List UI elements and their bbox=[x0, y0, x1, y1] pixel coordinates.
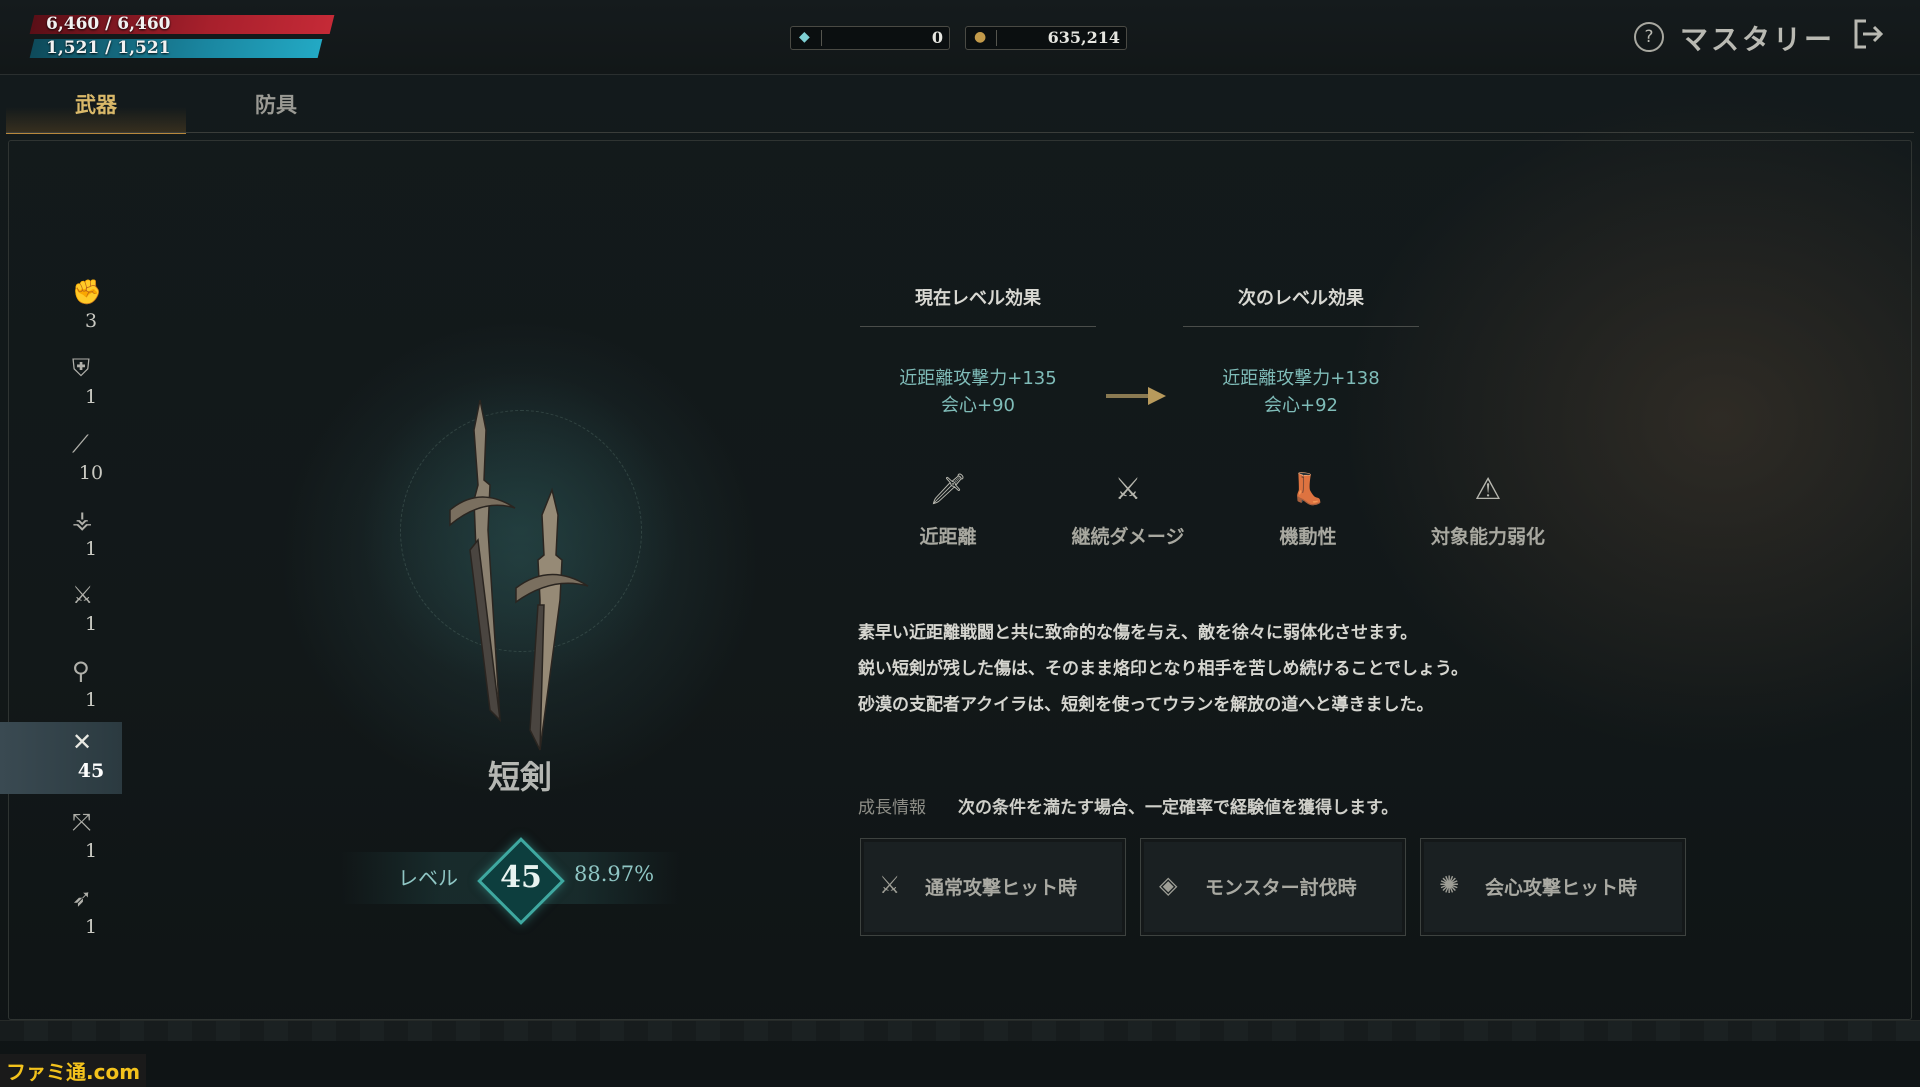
current-effect-crit: 会心+90 bbox=[941, 395, 1015, 416]
weapon-name: 短剣 bbox=[487, 758, 552, 796]
dagger-icon: ✕ bbox=[72, 728, 93, 756]
effect-divider bbox=[1183, 326, 1419, 327]
condition-label: モンスター討伐時 bbox=[1205, 877, 1357, 899]
condition-label: 通常攻撃ヒット時 bbox=[925, 877, 1078, 899]
staff-icon: ⟋ bbox=[72, 430, 89, 458]
tab-armor[interactable]: 防具 bbox=[186, 90, 366, 132]
normal-attack-icon: ⚔ bbox=[879, 871, 901, 899]
weapon-type-crossbow[interactable]: ⤧ 1 bbox=[0, 802, 122, 872]
bottom-ornament bbox=[0, 1020, 1920, 1041]
currency-separator bbox=[996, 30, 997, 46]
weapon-count: 3 bbox=[84, 310, 98, 332]
weapon-type-bow[interactable]: ➶ 1 bbox=[0, 878, 122, 948]
growth-text: 次の条件を満たす場合、一定確率で経験値を獲得します。 bbox=[958, 798, 1399, 818]
current-effect-header: 現在レベル効果 bbox=[915, 288, 1041, 309]
dagger-illustration bbox=[449, 399, 589, 751]
weapon-count: 10 bbox=[78, 462, 104, 484]
next-effect-header: 次のレベル効果 bbox=[1238, 288, 1364, 309]
weapon-count: 1 bbox=[84, 840, 98, 862]
bleed-icon: ⚔ bbox=[1114, 472, 1142, 507]
gem-currency: ◆ 0 bbox=[790, 26, 950, 50]
arrow-right-icon bbox=[1106, 387, 1166, 405]
hp-value: 6,460 / 6,460 bbox=[46, 14, 171, 34]
weapon-type-staff[interactable]: ⟋ 10 bbox=[0, 424, 122, 494]
condition-critical-hit[interactable]: ✺ 会心攻撃ヒット時 bbox=[1420, 838, 1686, 936]
weapon-count: 45 bbox=[77, 760, 105, 782]
gold-value: 635,214 bbox=[1047, 28, 1120, 47]
condition-label: 会心攻撃ヒット時 bbox=[1485, 877, 1638, 899]
weapon-count: 1 bbox=[84, 538, 98, 560]
description-line: 素早い近距離戦闘と共に致命的な傷を与え、敵を徐々に弱体化させます。 bbox=[858, 623, 1418, 643]
condition-normal-attack[interactable]: ⚔ 通常攻撃ヒット時 bbox=[860, 838, 1126, 936]
page-title: マスタリー bbox=[1680, 23, 1836, 56]
weapon-count: 1 bbox=[84, 613, 98, 635]
attribute-mobility: 👢 機動性 bbox=[1218, 472, 1398, 549]
shield-icon: ⛨ bbox=[72, 354, 90, 382]
gauntlet-icon: ✊ bbox=[72, 278, 102, 306]
condition-monster-kill[interactable]: ◈ モンスター討伐時 bbox=[1140, 838, 1406, 936]
attribute-label: 近距離 bbox=[919, 526, 977, 548]
attribute-label: 対象能力弱化 bbox=[1430, 526, 1545, 548]
level-value: 45 bbox=[500, 860, 542, 895]
weapon-type-shield[interactable]: ⛨ 1 bbox=[0, 348, 122, 418]
level-progress: 88.97% bbox=[574, 862, 655, 886]
description-line: 砂漠の支配者アクイラは、短剣を使ってウランを解放の道へと導きました。 bbox=[858, 695, 1434, 715]
tab-divider bbox=[6, 132, 1914, 133]
gem-icon: ◆ bbox=[799, 29, 810, 45]
gem-value: 0 bbox=[931, 28, 943, 47]
weapon-type-claw[interactable]: ⚶ 1 bbox=[0, 500, 122, 570]
weapon-count: 1 bbox=[84, 916, 98, 938]
effect-divider bbox=[860, 326, 1096, 327]
bow-icon: ➶ bbox=[72, 884, 93, 912]
exit-icon[interactable] bbox=[1850, 16, 1886, 52]
crossbow-icon: ⤧ bbox=[72, 808, 92, 836]
growth-label: 成長情報 bbox=[858, 798, 926, 818]
tab-weapon[interactable]: 武器 bbox=[6, 90, 186, 134]
critical-hit-icon: ✺ bbox=[1439, 871, 1460, 899]
gold-currency: ● 635,214 bbox=[965, 26, 1127, 50]
attribute-label: 機動性 bbox=[1279, 526, 1337, 548]
debuff-icon: ⚠ bbox=[1474, 472, 1502, 507]
weapon-type-wand[interactable]: ⚲ 1 bbox=[0, 651, 122, 721]
weapon-type-gauntlet[interactable]: ✊ 3 bbox=[0, 272, 122, 342]
weapon-type-sword[interactable]: ⚔ 1 bbox=[0, 575, 122, 645]
mobility-icon: 👢 bbox=[1289, 472, 1327, 507]
attribute-label: 継続ダメージ bbox=[1071, 526, 1185, 548]
top-bar: 6,460 / 6,460 1,521 / 1,521 ◆ 0 ● 635,21… bbox=[0, 0, 1920, 75]
wand-icon: ⚲ bbox=[72, 657, 90, 685]
mp-value: 1,521 / 1,521 bbox=[46, 38, 171, 58]
help-icon[interactable]: ? bbox=[1634, 22, 1664, 52]
weapon-count: 1 bbox=[84, 386, 98, 408]
description-line: 鋭い短剣が残した傷は、そのまま烙印となり相手を苦しめ続けることでしょう。 bbox=[858, 659, 1468, 679]
next-effect-crit: 会心+92 bbox=[1264, 395, 1338, 416]
attribute-debuff: ⚠ 対象能力弱化 bbox=[1398, 472, 1578, 549]
weapon-count: 1 bbox=[84, 689, 98, 711]
melee-icon: 🗡 bbox=[928, 472, 968, 507]
attribute-melee: 🗡 近距離 bbox=[858, 472, 1038, 549]
watermark-logo: ファミ通.com bbox=[0, 1054, 147, 1087]
claw-icon: ⚶ bbox=[72, 506, 93, 534]
sword-icon: ⚔ bbox=[72, 581, 94, 609]
current-effect-attack: 近距離攻撃力+135 bbox=[899, 368, 1057, 389]
attribute-bleed: ⚔ 継続ダメージ bbox=[1038, 472, 1218, 549]
next-effect-attack: 近距離攻撃力+138 bbox=[1222, 368, 1380, 389]
currency-separator bbox=[821, 30, 822, 46]
weapon-type-dagger[interactable]: ✕ 45 bbox=[0, 722, 122, 794]
gold-coin-icon: ● bbox=[974, 29, 987, 45]
monster-kill-icon: ◈ bbox=[1159, 871, 1178, 899]
level-label: レベル bbox=[398, 866, 458, 890]
